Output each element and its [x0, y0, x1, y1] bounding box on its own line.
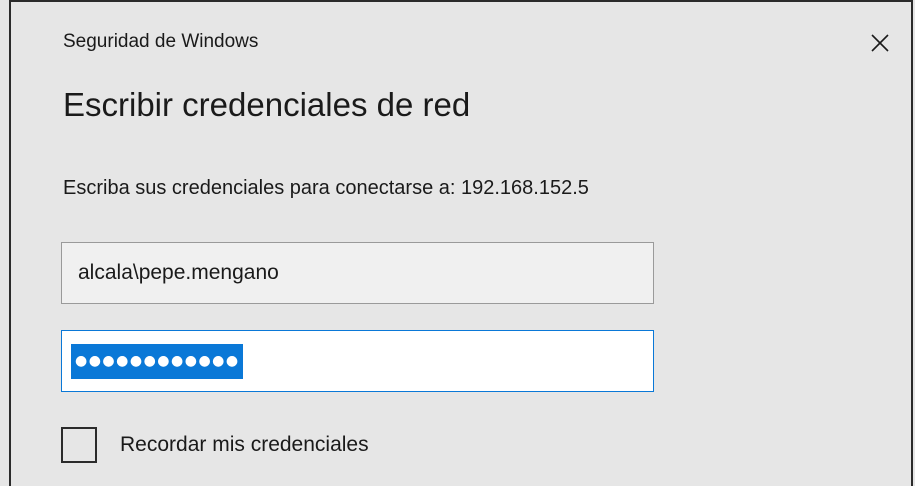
password-field[interactable]: ●●●●●●●●●●●●: [61, 330, 654, 392]
close-button[interactable]: [855, 20, 905, 66]
credentials-dialog: Seguridad de Windows Escribir credencial…: [9, 0, 913, 486]
dialog-heading: Escribir credenciales de red: [63, 86, 471, 123]
close-icon: [870, 33, 890, 53]
remember-credentials-option[interactable]: Recordar mis credenciales: [61, 427, 369, 463]
remember-credentials-checkbox[interactable]: [61, 427, 97, 463]
username-value: alcala\pepe.mengano: [78, 261, 279, 284]
dialog-description: Escriba sus credenciales para conectarse…: [63, 177, 589, 199]
password-value-selected: ●●●●●●●●●●●●: [71, 343, 243, 379]
username-field[interactable]: alcala\pepe.mengano: [61, 242, 654, 304]
window-title: Seguridad de Windows: [63, 31, 259, 52]
remember-credentials-label: Recordar mis credenciales: [120, 433, 369, 456]
